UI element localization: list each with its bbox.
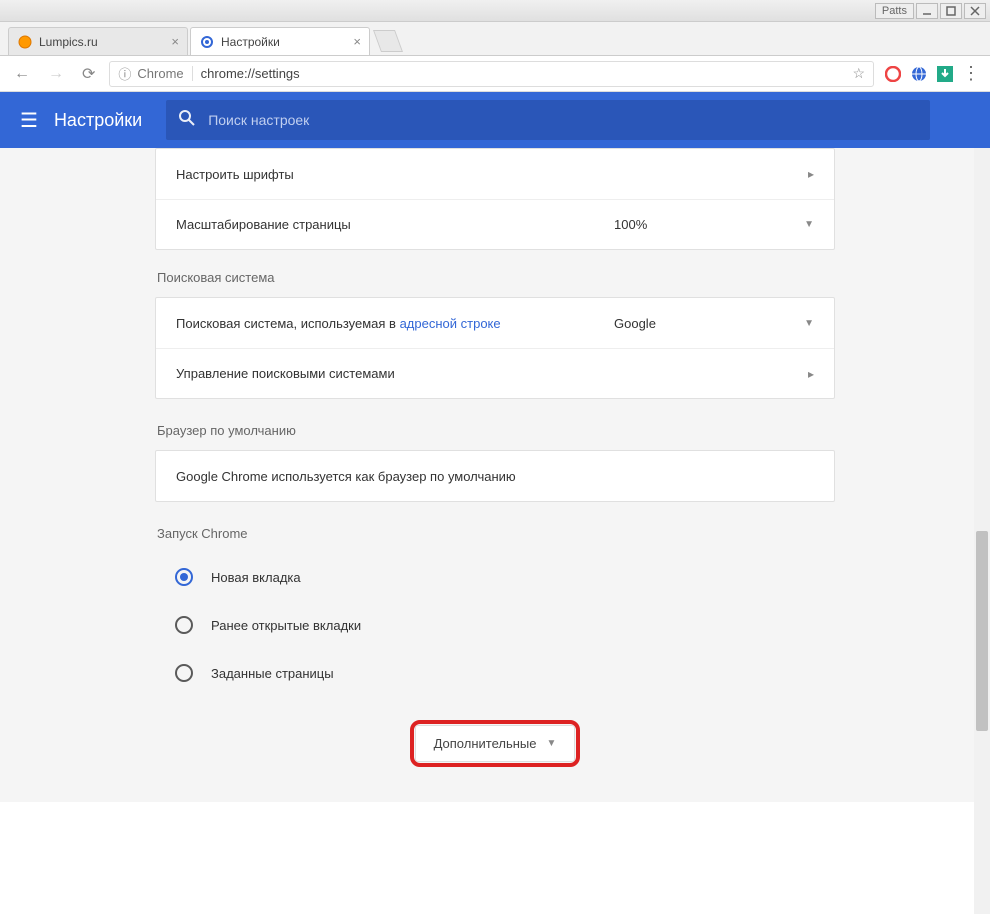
manage-search-label: Управление поисковыми системами <box>176 366 395 381</box>
vertical-scrollbar[interactable] <box>974 148 990 914</box>
favicon-settings <box>199 34 215 50</box>
tab-title: Lumpics.ru <box>39 35 98 49</box>
appearance-card: Настроить шрифты ▸ Масштабирование стран… <box>155 148 835 250</box>
bookmark-star-icon[interactable]: ☆ <box>852 65 865 82</box>
info-icon: ⓘ <box>118 64 131 83</box>
settings-header: ☰ Настройки Поиск настроек <box>0 92 990 148</box>
tab-settings[interactable]: Настройки × <box>190 27 370 55</box>
content-area: ☰ Настройки Поиск настроек Настроить шри… <box>0 92 990 914</box>
default-search-label: Поисковая система, используемая в адресн… <box>176 316 501 331</box>
minimize-button[interactable] <box>916 3 938 19</box>
close-window-button[interactable] <box>964 3 986 19</box>
dropdown-icon: ▼ <box>804 219 814 230</box>
advanced-label: Дополнительные <box>434 736 537 751</box>
page-title: Настройки <box>54 110 142 131</box>
tab-strip: Lumpics.ru × Настройки × <box>0 22 990 56</box>
forward-button[interactable]: → <box>44 65 68 83</box>
search-section-title: Поисковая система <box>157 270 837 285</box>
default-search-row[interactable]: Поисковая система, используемая в адресн… <box>156 298 834 348</box>
radio-label: Новая вкладка <box>211 570 301 585</box>
tab-title: Настройки <box>221 35 280 49</box>
omnibox[interactable]: ⓘ Chrome chrome://settings ☆ <box>109 61 874 87</box>
radio-icon <box>175 568 193 586</box>
globe-icon[interactable] <box>910 65 928 83</box>
settings-search-input[interactable]: Поиск настроек <box>166 100 930 140</box>
tab-close-icon[interactable]: × <box>171 34 179 49</box>
startup-card: Новая вкладка Ранее открытые вкладки Зад… <box>155 553 835 697</box>
url-scheme: Chrome <box>137 66 192 81</box>
favicon-lumpics <box>17 34 33 50</box>
search-icon <box>178 109 196 132</box>
default-search-value: Google <box>614 316 656 331</box>
radio-label: Ранее открытые вкладки <box>211 618 361 633</box>
new-tab-button[interactable] <box>374 31 401 51</box>
startup-option-continue[interactable]: Ранее открытые вкладки <box>155 601 835 649</box>
search-placeholder: Поиск настроек <box>208 112 309 128</box>
maximize-button[interactable] <box>940 3 962 19</box>
settings-body: Настроить шрифты ▸ Масштабирование стран… <box>0 148 990 802</box>
opera-icon[interactable] <box>884 65 902 83</box>
startup-option-specific[interactable]: Заданные страницы <box>155 649 835 697</box>
download-icon[interactable] <box>936 65 954 83</box>
manage-search-row[interactable]: Управление поисковыми системами ▸ <box>156 348 834 398</box>
chevron-right-icon: ▸ <box>808 167 814 181</box>
chevron-right-icon: ▸ <box>808 367 814 381</box>
chevron-down-icon: ▼ <box>547 738 557 749</box>
zoom-value: 100% <box>614 217 647 232</box>
startup-section-title: Запуск Chrome <box>157 526 837 541</box>
radio-icon <box>175 664 193 682</box>
radio-icon <box>175 616 193 634</box>
fonts-label: Настроить шрифты <box>176 167 294 182</box>
menu-hamburger-icon[interactable]: ☰ <box>20 108 38 133</box>
address-bar: ← → ⟳ ⓘ Chrome chrome://settings ☆ ⋮ <box>0 56 990 92</box>
menu-icon[interactable]: ⋮ <box>962 65 980 83</box>
zoom-label: Масштабирование страницы <box>176 217 351 232</box>
window-title: Patts <box>875 3 914 19</box>
advanced-button[interactable]: Дополнительные ▼ <box>415 725 576 762</box>
tab-close-icon[interactable]: × <box>353 34 361 49</box>
window-titlebar: Patts <box>0 0 990 22</box>
tab-lumpics[interactable]: Lumpics.ru × <box>8 27 188 55</box>
back-button[interactable]: ← <box>10 65 34 83</box>
address-bar-link[interactable]: адресной строке <box>400 316 501 331</box>
fonts-row[interactable]: Настроить шрифты ▸ <box>156 149 834 199</box>
dropdown-icon: ▼ <box>804 318 814 329</box>
default-browser-section-title: Браузер по умолчанию <box>157 423 837 438</box>
reload-button[interactable]: ⟳ <box>78 64 99 84</box>
default-browser-row: Google Chrome используется как браузер п… <box>156 451 834 501</box>
extension-icons: ⋮ <box>884 65 980 83</box>
url-text: chrome://settings <box>201 66 853 81</box>
default-browser-card: Google Chrome используется как браузер п… <box>155 450 835 502</box>
default-browser-status: Google Chrome используется как браузер п… <box>176 469 516 484</box>
radio-label: Заданные страницы <box>211 666 334 681</box>
search-card: Поисковая система, используемая в адресн… <box>155 297 835 399</box>
startup-option-newtab[interactable]: Новая вкладка <box>155 553 835 601</box>
scrollbar-thumb[interactable] <box>976 531 988 731</box>
zoom-row[interactable]: Масштабирование страницы 100% ▼ <box>156 199 834 249</box>
